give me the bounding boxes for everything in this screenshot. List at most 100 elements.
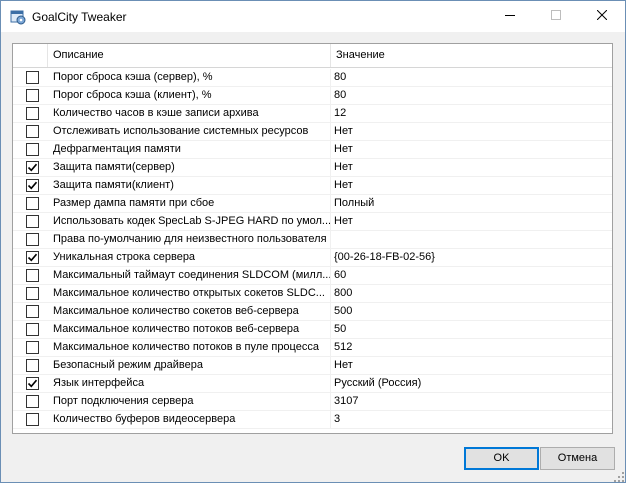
row-value[interactable]: 50 [331, 321, 612, 339]
title-bar[interactable]: GoalCity Tweaker [1, 1, 625, 32]
row-description: Максимальное количество открытых сокетов… [48, 285, 331, 303]
row-checkbox-cell [13, 267, 48, 285]
row-value[interactable]: Нет [331, 141, 612, 159]
row-description: Количество часов в кэше записи архива [48, 105, 331, 123]
row-value[interactable]: 3 [331, 411, 612, 429]
row-description: Безопасный режим драйвера [48, 357, 331, 375]
row-checkbox[interactable] [26, 143, 39, 156]
row-value[interactable]: Нет [331, 159, 612, 177]
row-value[interactable]: Нет [331, 177, 612, 195]
row-value[interactable]: 80 [331, 69, 612, 87]
row-value[interactable]: Полный [331, 195, 612, 213]
table-row[interactable]: Количество буферов видеосервера 3 [13, 411, 612, 429]
row-checkbox[interactable] [26, 233, 39, 246]
window-title: GoalCity Tweaker [32, 10, 127, 24]
minimize-button[interactable] [487, 1, 533, 32]
table-row[interactable]: Порог сброса кэша (сервер), % 80 [13, 69, 612, 87]
table-row[interactable]: Порог сброса кэша (клиент), % 80 [13, 87, 612, 105]
row-description: Максимальное количество сокетов веб-серв… [48, 303, 331, 321]
row-checkbox-cell [13, 303, 48, 321]
row-checkbox[interactable] [26, 71, 39, 84]
row-checkbox[interactable] [26, 89, 39, 102]
row-checkbox-cell [13, 231, 48, 249]
row-checkbox[interactable] [26, 107, 39, 120]
row-checkbox[interactable] [26, 197, 39, 210]
table-row[interactable]: Количество часов в кэше записи архива 12 [13, 105, 612, 123]
settings-grid[interactable]: Описание Значение Порог сброса кэша (сер… [12, 43, 613, 434]
table-row[interactable]: Права по-умолчанию для неизвестного поль… [13, 231, 612, 249]
row-description: Отслеживать использование системных ресу… [48, 123, 331, 141]
row-description: Максимальный таймаут соединения SLDCOM (… [48, 267, 331, 285]
table-row[interactable]: Дефрагментация памяти Нет [13, 141, 612, 159]
row-checkbox[interactable] [26, 413, 39, 426]
table-row[interactable]: Отслеживать использование системных ресу… [13, 123, 612, 141]
row-value[interactable]: 512 [331, 339, 612, 357]
table-row[interactable]: Защита памяти(клиент) Нет [13, 177, 612, 195]
row-checkbox-cell [13, 321, 48, 339]
row-value[interactable]: 500 [331, 303, 612, 321]
table-row[interactable]: Максимальный таймаут соединения SLDCOM (… [13, 267, 612, 285]
table-row[interactable]: Использовать кодек SpecLab S-JPEG HARD п… [13, 213, 612, 231]
row-checkbox-cell [13, 69, 48, 87]
close-icon [596, 9, 608, 23]
table-row[interactable]: Максимальное количество потоков веб-серв… [13, 321, 612, 339]
row-checkbox[interactable] [26, 251, 39, 264]
row-value[interactable]: Нет [331, 357, 612, 375]
row-description: Защита памяти(сервер) [48, 159, 331, 177]
row-value[interactable]: 3107 [331, 393, 612, 411]
row-checkbox[interactable] [26, 323, 39, 336]
row-description: Максимальное количество потоков веб-серв… [48, 321, 331, 339]
resize-grip-icon[interactable] [613, 471, 625, 483]
table-row[interactable]: Размер дампа памяти при сбое Полный [13, 195, 612, 213]
row-checkbox[interactable] [26, 215, 39, 228]
row-value[interactable]: 12 [331, 105, 612, 123]
row-checkbox-cell [13, 141, 48, 159]
row-description: Язык интерфейса [48, 375, 331, 393]
row-description: Использовать кодек SpecLab S-JPEG HARD п… [48, 213, 331, 231]
row-checkbox[interactable] [26, 125, 39, 138]
cancel-button[interactable]: Отмена [540, 447, 615, 470]
row-description: Максимальное количество потоков в пуле п… [48, 339, 331, 357]
row-value[interactable] [331, 231, 612, 249]
table-row[interactable]: Максимальное количество сокетов веб-серв… [13, 303, 612, 321]
row-value[interactable]: Русский (Россия) [331, 375, 612, 393]
row-description: Уникальная строка сервера [48, 249, 331, 267]
row-checkbox-cell [13, 375, 48, 393]
row-checkbox[interactable] [26, 341, 39, 354]
row-checkbox[interactable] [26, 179, 39, 192]
row-checkbox-cell [13, 357, 48, 375]
maximize-icon [551, 10, 561, 23]
column-header-description[interactable]: Описание [48, 44, 331, 67]
row-checkbox-cell [13, 249, 48, 267]
ok-button[interactable]: OK [464, 447, 539, 470]
row-value[interactable]: 60 [331, 267, 612, 285]
row-checkbox[interactable] [26, 269, 39, 282]
row-checkbox[interactable] [26, 395, 39, 408]
table-row[interactable]: Безопасный режим драйвера Нет [13, 357, 612, 375]
app-icon [10, 9, 26, 25]
row-checkbox[interactable] [26, 287, 39, 300]
table-row[interactable]: Уникальная строка сервера {00-26-18-FB-02… [13, 249, 612, 267]
row-value[interactable]: Нет [331, 123, 612, 141]
row-checkbox-cell [13, 213, 48, 231]
row-checkbox[interactable] [26, 161, 39, 174]
row-value[interactable]: 800 [331, 285, 612, 303]
close-button[interactable] [579, 1, 625, 32]
table-row[interactable]: Максимальное количество открытых сокетов… [13, 285, 612, 303]
row-value[interactable]: {00-26-18-FB-02-56} [331, 249, 612, 267]
row-checkbox[interactable] [26, 305, 39, 318]
maximize-button[interactable] [533, 1, 579, 32]
table-row[interactable]: Порт подключения сервера 3107 [13, 393, 612, 411]
row-value[interactable]: 80 [331, 87, 612, 105]
table-row[interactable]: Защита памяти(сервер) Нет [13, 159, 612, 177]
row-value[interactable]: Нет [331, 213, 612, 231]
header-checkbox-column [13, 44, 48, 67]
row-checkbox-cell [13, 87, 48, 105]
row-checkbox[interactable] [26, 377, 39, 390]
table-row[interactable]: Язык интерфейса Русский (Россия) [13, 375, 612, 393]
row-checkbox[interactable] [26, 359, 39, 372]
table-row[interactable]: Максимальное количество потоков в пуле п… [13, 339, 612, 357]
minimize-icon [505, 10, 515, 23]
grid-header: Описание Значение [13, 44, 612, 68]
column-header-value[interactable]: Значение [331, 44, 612, 67]
